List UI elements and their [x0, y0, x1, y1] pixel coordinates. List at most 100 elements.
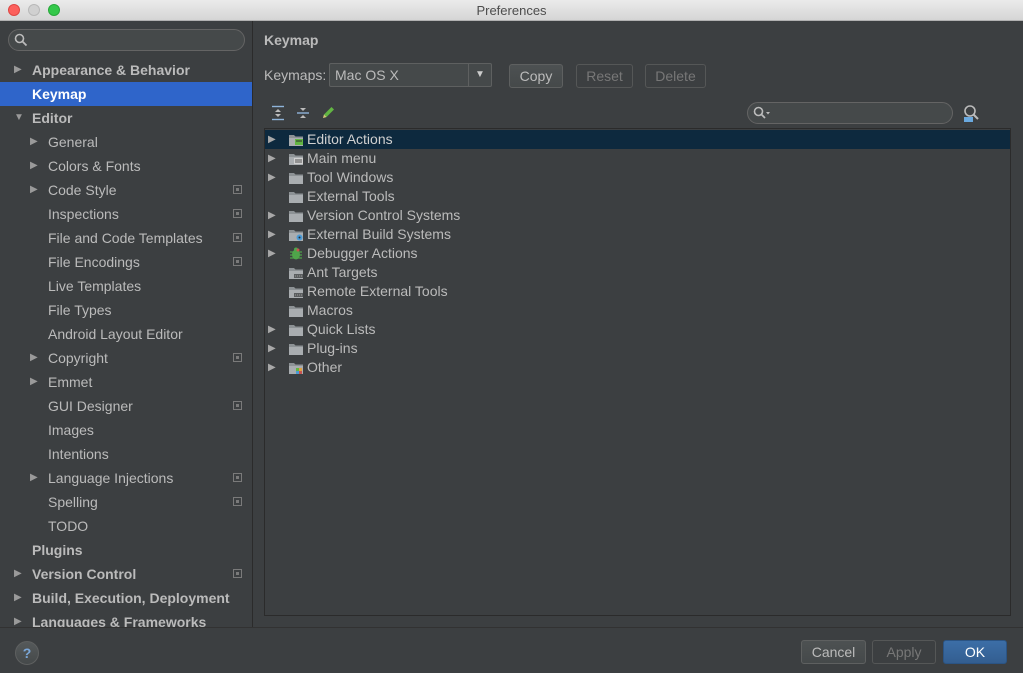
- chevron-right-icon[interactable]: ▶: [14, 58, 22, 82]
- sidebar-item-label: Language Injections: [48, 470, 174, 486]
- sidebar-item[interactable]: ▶ Appearance & Behavior: [0, 58, 252, 82]
- chevron-right-icon[interactable]: ▶: [30, 154, 38, 178]
- action-tree-row[interactable]: ▶ Tool Windows: [265, 168, 1010, 187]
- chevron-right-icon[interactable]: ▶: [14, 610, 22, 627]
- action-tree-row[interactable]: Ant Targets: [265, 263, 1010, 282]
- action-tree-row[interactable]: ▶ Debugger Actions: [265, 244, 1010, 263]
- project-scope-icon: [233, 185, 242, 194]
- sidebar-item[interactable]: Android Layout Editor: [0, 322, 252, 346]
- help-button[interactable]: ?: [15, 641, 39, 665]
- sidebar-item[interactable]: ▶ Emmet: [0, 370, 252, 394]
- sidebar-item-label: TODO: [48, 518, 89, 534]
- sidebar-item[interactable]: Spelling: [0, 490, 252, 514]
- edit-shortcut-icon[interactable]: [319, 104, 337, 122]
- sidebar-item[interactable]: ▶ Copyright: [0, 346, 252, 370]
- actions-tree[interactable]: ▶ Editor Actions ▶ Main menu ▶ Tool Windows Ex…: [264, 128, 1011, 616]
- sidebar-item[interactable]: Intentions: [0, 442, 252, 466]
- sidebar-item[interactable]: Images: [0, 418, 252, 442]
- chevron-right-icon[interactable]: ▶: [30, 178, 38, 202]
- chevron-right-icon[interactable]: ▶: [30, 466, 38, 490]
- settings-sidebar: ▶ Appearance & Behavior Keymap ▼ Editor ▶ Gene…: [0, 21, 253, 627]
- dropdown-arrow-icon[interactable]: ▼: [468, 64, 491, 86]
- action-tree-row[interactable]: ▶ External Build Systems: [265, 225, 1010, 244]
- sidebar-item-label: Android Layout Editor: [48, 326, 183, 342]
- sidebar-item[interactable]: File and Code Templates: [0, 226, 252, 250]
- chevron-right-icon[interactable]: ▶: [14, 586, 22, 610]
- sidebar-item-label: Code Style: [48, 182, 117, 198]
- find-by-shortcut-icon[interactable]: [962, 104, 982, 124]
- chevron-right-icon[interactable]: ▶: [30, 130, 38, 154]
- apply-button[interactable]: Apply: [872, 640, 936, 664]
- action-tree-label: Tool Windows: [307, 169, 394, 185]
- sidebar-item[interactable]: ▶ Language Injections: [0, 466, 252, 490]
- sidebar-item[interactable]: Inspections: [0, 202, 252, 226]
- settings-search-input[interactable]: [31, 31, 240, 51]
- sidebar-item[interactable]: ▶ Languages & Frameworks: [0, 610, 252, 627]
- chevron-right-icon[interactable]: ▶: [268, 225, 276, 244]
- action-tree-row[interactable]: Remote External Tools: [265, 282, 1010, 301]
- chevron-right-icon[interactable]: ▶: [268, 149, 276, 168]
- sidebar-item[interactable]: ▶ Code Style: [0, 178, 252, 202]
- sidebar-item-label: General: [48, 134, 98, 150]
- collapse-all-icon[interactable]: [294, 104, 312, 122]
- action-tree-label: Quick Lists: [307, 321, 376, 337]
- project-scope-icon: [233, 353, 242, 362]
- sidebar-item[interactable]: ▶ Colors & Fonts: [0, 154, 252, 178]
- sidebar-item[interactable]: ▶ Build, Execution, Deployment: [0, 586, 252, 610]
- other-folder-icon: [288, 360, 304, 380]
- keymap-select[interactable]: Mac OS X ▼: [329, 63, 492, 87]
- expand-all-icon[interactable]: [269, 104, 287, 122]
- sidebar-item[interactable]: Live Templates: [0, 274, 252, 298]
- chevron-right-icon[interactable]: ▶: [268, 168, 276, 187]
- window-title: Preferences: [476, 3, 547, 18]
- sidebar-item[interactable]: ▼ Editor: [0, 106, 252, 130]
- sidebar-item[interactable]: Plugins: [0, 538, 252, 562]
- sidebar-item[interactable]: File Encodings: [0, 250, 252, 274]
- sidebar-item[interactable]: Keymap: [0, 82, 252, 106]
- chevron-right-icon[interactable]: ▶: [268, 339, 276, 358]
- action-tree-row[interactable]: ▶ Editor Actions: [265, 130, 1010, 149]
- chevron-down-icon[interactable]: ▼: [14, 106, 24, 130]
- action-tree-row[interactable]: ▶ Version Control Systems: [265, 206, 1010, 225]
- chevron-right-icon[interactable]: ▶: [30, 370, 38, 394]
- search-icon: [14, 33, 28, 47]
- reset-button[interactable]: Reset: [576, 64, 633, 88]
- sidebar-item-label: Editor: [32, 110, 73, 126]
- sidebar-item-label: Version Control: [32, 566, 137, 582]
- action-tree-row[interactable]: Macros: [265, 301, 1010, 320]
- copy-button[interactable]: Copy: [509, 64, 563, 88]
- dialog-footer: ? Cancel Apply OK: [0, 627, 1023, 673]
- chevron-right-icon[interactable]: ▶: [14, 562, 22, 586]
- chevron-right-icon[interactable]: ▶: [268, 130, 276, 149]
- sidebar-item-label: Emmet: [48, 374, 93, 390]
- action-search[interactable]: [747, 102, 953, 124]
- sidebar-item[interactable]: ▶ Version Control: [0, 562, 252, 586]
- sidebar-item[interactable]: GUI Designer: [0, 394, 252, 418]
- project-scope-icon: [233, 209, 242, 218]
- sidebar-item-label: File Types: [48, 302, 112, 318]
- sidebar-item[interactable]: TODO: [0, 514, 252, 538]
- action-tree-row[interactable]: ▶ Quick Lists: [265, 320, 1010, 339]
- action-tree-label: Ant Targets: [307, 264, 378, 280]
- chevron-right-icon[interactable]: ▶: [268, 244, 276, 263]
- project-scope-icon: [233, 569, 242, 578]
- page-title: Keymap: [264, 32, 319, 48]
- sidebar-item-label: Images: [48, 422, 94, 438]
- chevron-right-icon[interactable]: ▶: [268, 206, 276, 225]
- sidebar-item[interactable]: ▶ General: [0, 130, 252, 154]
- action-tree-row[interactable]: ▶ Plug-ins: [265, 339, 1010, 358]
- delete-button[interactable]: Delete: [645, 64, 706, 88]
- chevron-right-icon[interactable]: ▶: [268, 358, 276, 377]
- sidebar-item-label: GUI Designer: [48, 398, 133, 414]
- ok-button[interactable]: OK: [943, 640, 1007, 664]
- cancel-button[interactable]: Cancel: [801, 640, 866, 664]
- sidebar-item-label: Inspections: [48, 206, 119, 222]
- sidebar-item[interactable]: File Types: [0, 298, 252, 322]
- action-tree-row[interactable]: ▶ Other: [265, 358, 1010, 377]
- action-search-input[interactable]: [774, 104, 948, 124]
- chevron-right-icon[interactable]: ▶: [30, 346, 38, 370]
- chevron-right-icon[interactable]: ▶: [268, 320, 276, 339]
- action-tree-row[interactable]: ▶ Main menu: [265, 149, 1010, 168]
- action-tree-row[interactable]: External Tools: [265, 187, 1010, 206]
- settings-search[interactable]: [8, 29, 245, 51]
